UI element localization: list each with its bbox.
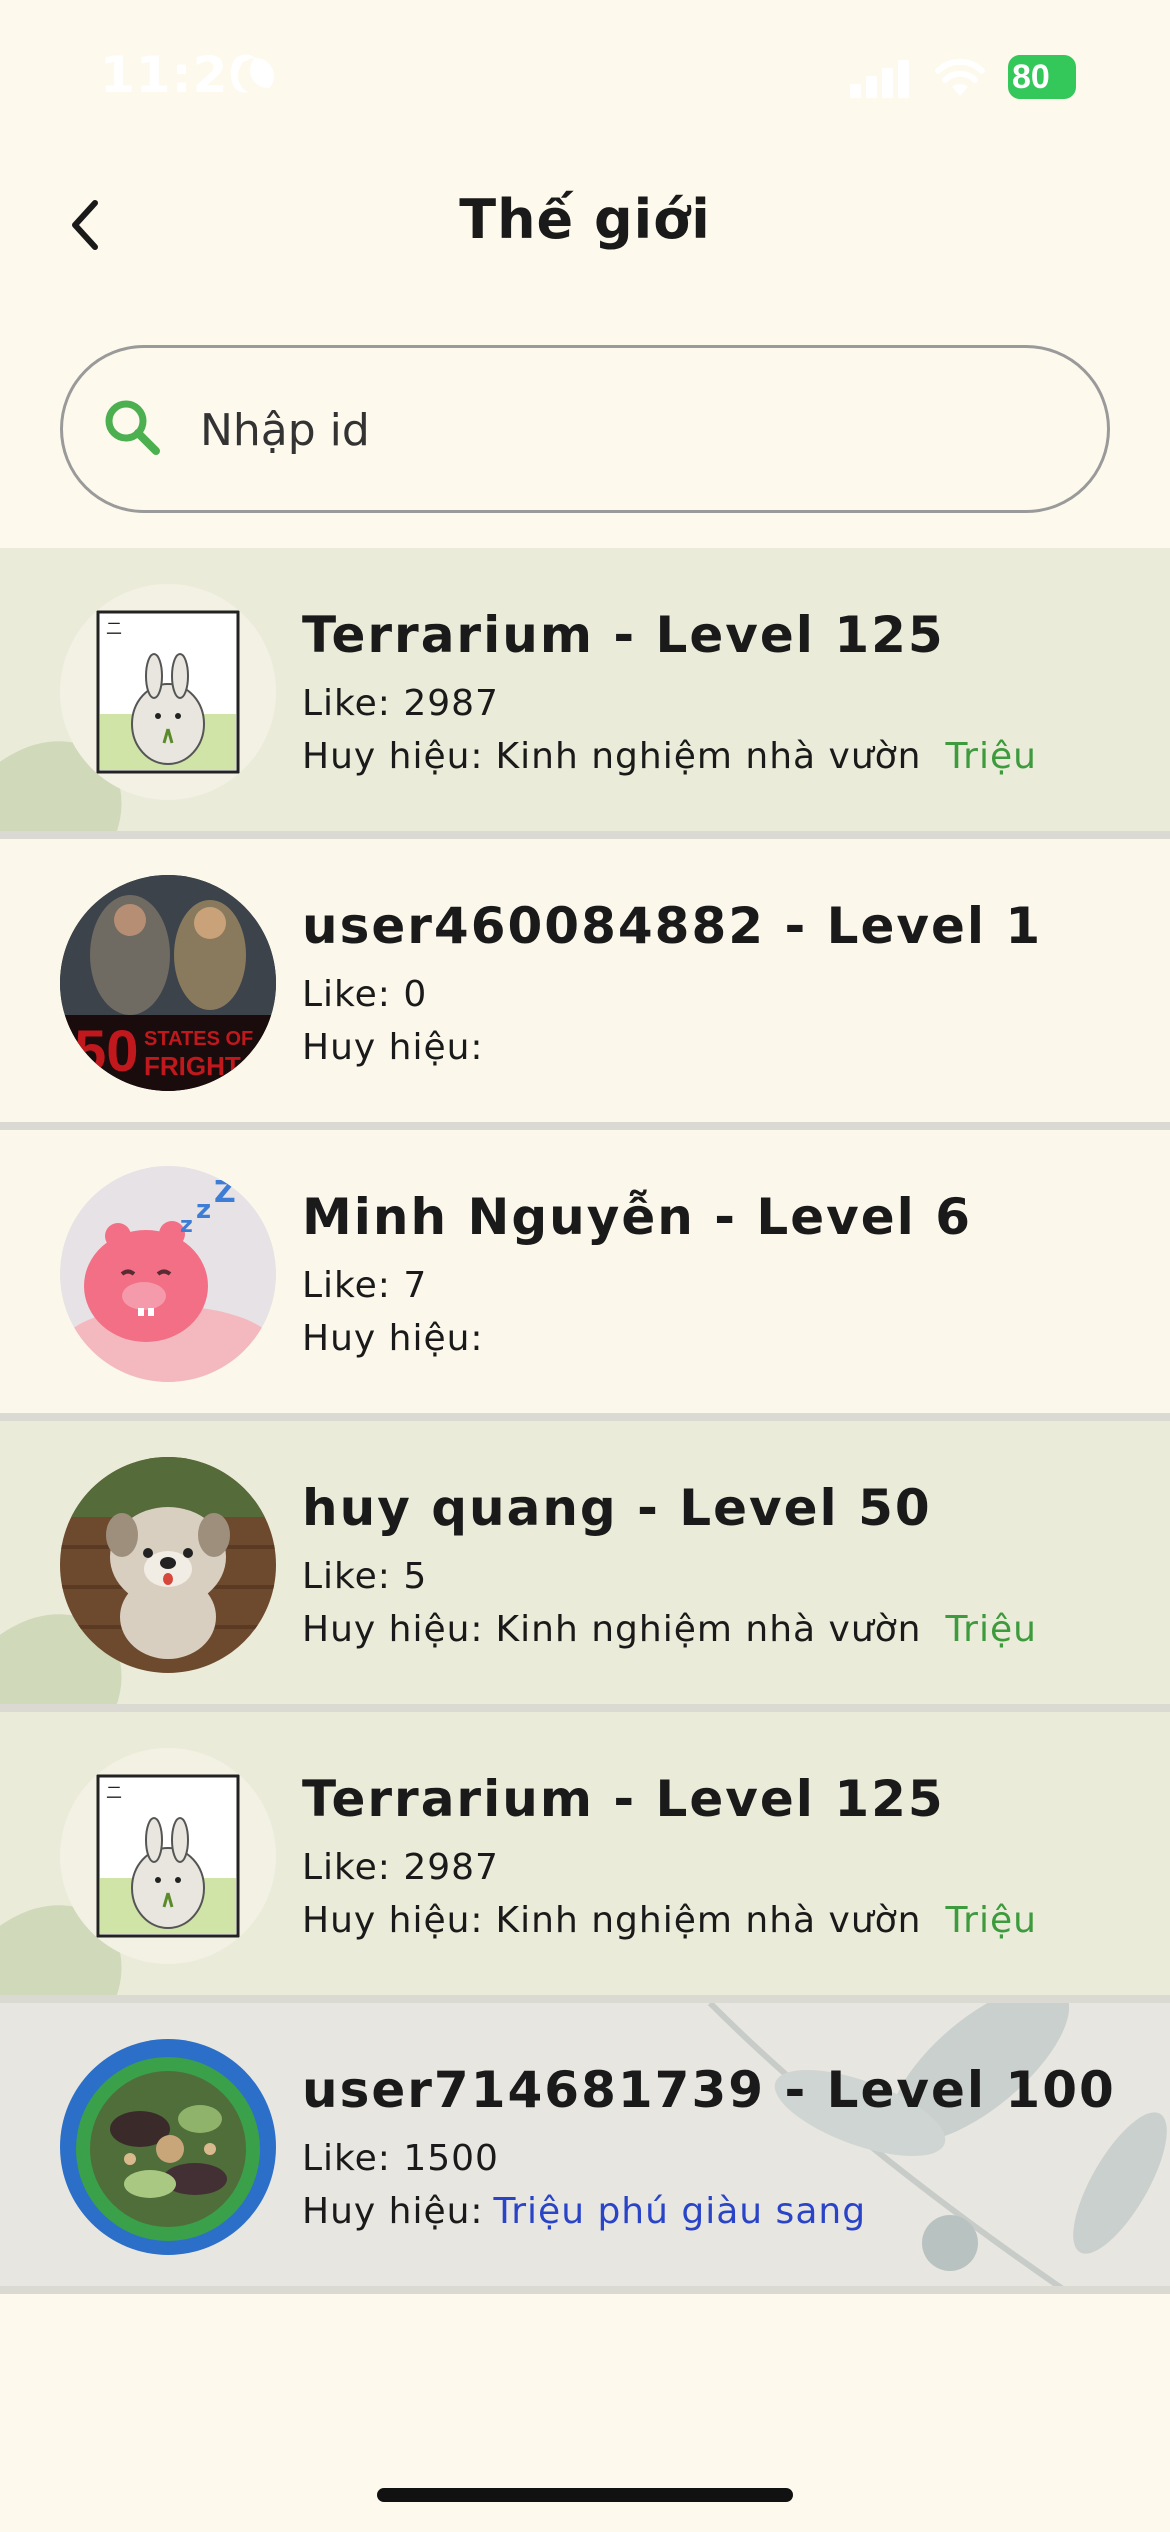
badge-value: Kinh nghiệm nhà vườn bbox=[495, 736, 922, 777]
svg-text:z: z bbox=[196, 1195, 211, 1225]
dog-avatar bbox=[60, 1457, 276, 1673]
user-name: Minh Nguyễn - Level 6 bbox=[302, 1188, 973, 1246]
badge-label: Huy hiệu: bbox=[302, 736, 484, 777]
badge-label: Huy hiệu: bbox=[302, 1027, 484, 1068]
search-icon bbox=[105, 400, 160, 455]
user-like-count: Like: 7 bbox=[302, 1265, 428, 1306]
home-indicator[interactable] bbox=[377, 2488, 793, 2502]
badge-tag: Triệu bbox=[945, 1609, 1037, 1650]
user-name: user460084882 - Level 1 bbox=[302, 897, 1043, 955]
sleeping-pig-avatar: z z Z bbox=[60, 1166, 276, 1382]
app-screen: 11:20 80 Thế giới Nhập id 二 Terrarium - … bbox=[0, 0, 1170, 2532]
svg-text:STATES OF: STATES OF bbox=[144, 1028, 253, 1050]
user-badge: Huy hiệu: bbox=[302, 1318, 520, 1359]
svg-text:FRIGHT: FRIGHT bbox=[144, 1051, 241, 1081]
list-item[interactable]: 二 Terrarium - Level 125 Like: 2987 Huy h… bbox=[0, 548, 1170, 839]
wifi-icon bbox=[935, 58, 985, 96]
svg-text:z: z bbox=[180, 1213, 193, 1238]
status-bar: 11:20 80 bbox=[0, 0, 1170, 150]
battery-icon: 80 bbox=[1008, 55, 1076, 99]
badge-value: Kinh nghiệm nhà vườn bbox=[495, 1900, 922, 1941]
user-badge: Huy hiệu: Kinh nghiệm nhà vườn Triệu bbox=[302, 1900, 1037, 1941]
moon-icon bbox=[238, 58, 274, 94]
badge-label: Huy hiệu: bbox=[302, 1609, 484, 1650]
bunny-avatar: 二 bbox=[60, 1748, 276, 1964]
badge-label: Huy hiệu: bbox=[302, 1900, 484, 1941]
list-item[interactable]: 二 Terrarium - Level 125 Like: 2987 Huy h… bbox=[0, 1712, 1170, 2003]
list-item[interactable]: z z Z Minh Nguyễn - Level 6 Like: 7 Huy … bbox=[0, 1130, 1170, 1421]
user-badge: Huy hiệu: Kinh nghiệm nhà vườn Triệu bbox=[302, 736, 1037, 777]
user-name: Terrarium - Level 125 bbox=[302, 606, 945, 664]
branch-decoration bbox=[707, 2003, 1167, 2286]
svg-text:二: 二 bbox=[106, 1783, 122, 1802]
food-avatar bbox=[60, 2039, 276, 2255]
bunny-avatar: 二 bbox=[60, 584, 276, 800]
badge-label: Huy hiệu: bbox=[302, 1318, 484, 1359]
user-like-count: Like: 5 bbox=[302, 1556, 428, 1597]
badge-tag: Triệu phú giàu sang bbox=[493, 2191, 867, 2232]
user-badge: Huy hiệu: bbox=[302, 1027, 520, 1068]
svg-text:Z: Z bbox=[214, 1175, 236, 1210]
list-item[interactable]: huy quang - Level 50 Like: 5 Huy hiệu: Ki… bbox=[0, 1421, 1170, 1712]
list-item[interactable]: 50 STATES OF FRIGHT user460084882 - Leve… bbox=[0, 839, 1170, 1130]
user-like-count: Like: 2987 bbox=[302, 683, 499, 724]
svg-text:50: 50 bbox=[74, 1019, 139, 1084]
user-like-count: Like: 2987 bbox=[302, 1847, 499, 1888]
signal-icon bbox=[850, 58, 914, 98]
search-input[interactable] bbox=[200, 395, 1060, 465]
user-list: 二 Terrarium - Level 125 Like: 2987 Huy h… bbox=[0, 548, 1170, 2294]
list-item[interactable]: user714681739 - Level 100 Like: 1500 Huy… bbox=[0, 2003, 1170, 2294]
user-badge: Huy hiệu: Kinh nghiệm nhà vườn Triệu bbox=[302, 1609, 1037, 1650]
user-name: huy quang - Level 50 bbox=[302, 1479, 932, 1537]
user-name: Terrarium - Level 125 bbox=[302, 1770, 945, 1828]
svg-text:二: 二 bbox=[106, 619, 122, 638]
badge-tag: Triệu bbox=[945, 736, 1037, 777]
page-title: Thế giới bbox=[459, 188, 711, 251]
badge-value: Kinh nghiệm nhà vườn bbox=[495, 1609, 922, 1650]
user-like-count: Like: 0 bbox=[302, 974, 428, 1015]
movie-poster-avatar: 50 STATES OF FRIGHT bbox=[60, 875, 276, 1091]
badge-label: Huy hiệu: bbox=[302, 2191, 484, 2232]
user-badge: Huy hiệu: Triệu phú giàu sang bbox=[302, 2191, 866, 2232]
user-name: user714681739 - Level 100 bbox=[302, 2061, 1116, 2119]
badge-tag: Triệu bbox=[945, 1900, 1037, 1941]
user-like-count: Like: 1500 bbox=[302, 2138, 499, 2179]
